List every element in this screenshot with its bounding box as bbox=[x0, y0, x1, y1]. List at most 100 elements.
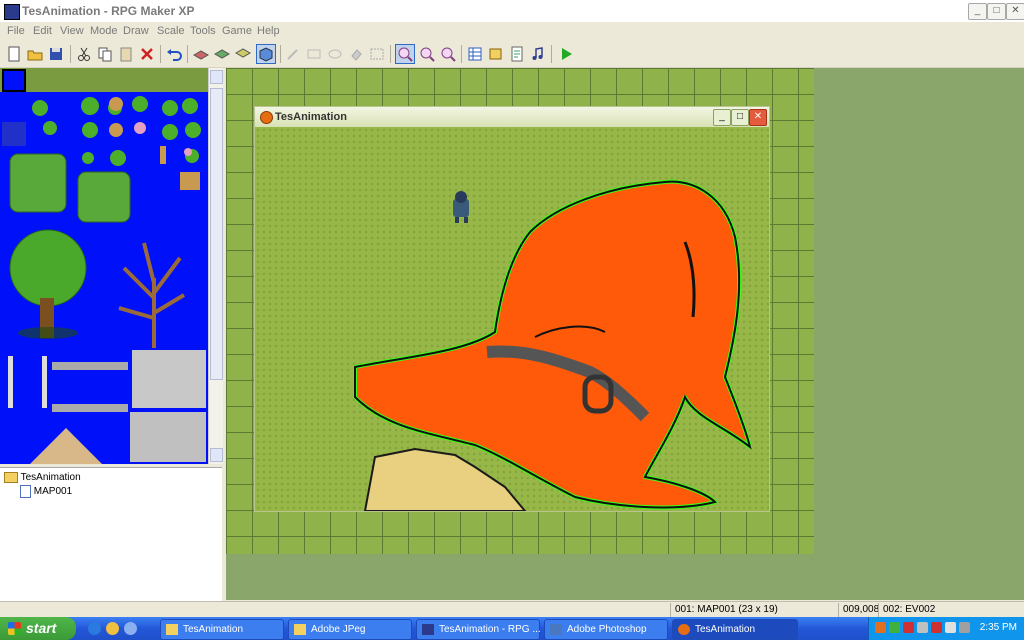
pencil-icon[interactable] bbox=[284, 45, 302, 63]
tileset-scrollbar[interactable] bbox=[208, 68, 223, 464]
menu-edit[interactable]: Edit bbox=[33, 25, 52, 37]
photoshop-icon bbox=[550, 624, 562, 635]
quicklaunch-media-icon[interactable] bbox=[106, 622, 119, 635]
game-close-button[interactable]: ✕ bbox=[749, 109, 767, 126]
toolbar bbox=[0, 41, 1024, 68]
tray-security-icon[interactable] bbox=[903, 622, 914, 633]
zoom-1-icon[interactable] bbox=[395, 44, 415, 64]
toolbar-separator bbox=[551, 45, 552, 63]
menu-draw[interactable]: Draw bbox=[123, 25, 149, 37]
tray-alert-icon[interactable] bbox=[931, 622, 942, 633]
toolbar-separator bbox=[70, 45, 71, 63]
menu-mode[interactable]: Mode bbox=[90, 25, 118, 37]
start-label: start bbox=[26, 620, 57, 636]
close-button[interactable]: ✕ bbox=[1006, 3, 1024, 20]
game-window-title: TesAnimation bbox=[275, 111, 347, 123]
witch-hat-image bbox=[353, 179, 752, 511]
game-viewport[interactable] bbox=[255, 127, 769, 511]
game-title-bar: TesAnimation _ □ ✕ bbox=[255, 107, 769, 127]
taskbar-item-active[interactable]: TesAnimation bbox=[672, 619, 798, 640]
menu-help[interactable]: Help bbox=[257, 25, 280, 37]
toolbar-separator bbox=[280, 45, 281, 63]
ellipse-icon[interactable] bbox=[326, 45, 344, 63]
taskbar: start TesAnimation Adobe JPeg TesAnimati… bbox=[0, 617, 1024, 640]
status-bar: 001: MAP001 (23 x 19) 009,008 002: EV002 bbox=[0, 601, 1024, 618]
zoom-4-icon[interactable] bbox=[439, 45, 457, 63]
map-page-icon bbox=[20, 485, 31, 498]
tray-misc-icon[interactable] bbox=[959, 622, 970, 633]
game-minimize-button[interactable]: _ bbox=[713, 109, 731, 126]
scroll-thumb[interactable] bbox=[210, 88, 223, 380]
quicklaunch-desktop-icon[interactable] bbox=[124, 622, 137, 635]
title-bar: TesAnimation - RPG Maker XP _ □ ✕ bbox=[0, 0, 1024, 23]
scroll-up-button[interactable] bbox=[210, 70, 223, 84]
maximize-button[interactable]: □ bbox=[987, 3, 1006, 20]
rpg-maker-icon bbox=[422, 624, 434, 635]
menu-tools[interactable]: Tools bbox=[190, 25, 216, 37]
save-icon[interactable] bbox=[47, 45, 65, 63]
tray-clock[interactable]: 2:35 PM bbox=[980, 622, 1017, 633]
copy-icon[interactable] bbox=[96, 45, 114, 63]
playtest-icon[interactable] bbox=[557, 45, 575, 63]
taskbar-item[interactable]: TesAnimation bbox=[160, 619, 284, 640]
tileset-palette[interactable] bbox=[0, 68, 208, 464]
app-icon bbox=[4, 4, 20, 20]
folder-icon bbox=[4, 472, 18, 483]
tree-map-node[interactable]: MAP001 bbox=[20, 485, 72, 498]
script-editor-icon[interactable] bbox=[508, 45, 526, 63]
game-window: TesAnimation _ □ ✕ bbox=[254, 106, 770, 512]
select-icon[interactable] bbox=[368, 45, 386, 63]
toolbar-separator bbox=[187, 45, 188, 63]
taskbar-item[interactable]: Adobe Photoshop bbox=[544, 619, 668, 640]
menu-game[interactable]: Game bbox=[222, 25, 252, 37]
start-button[interactable]: start bbox=[0, 617, 76, 640]
database-icon[interactable] bbox=[466, 45, 484, 63]
toolbar-separator bbox=[461, 45, 462, 63]
sound-test-icon[interactable] bbox=[529, 45, 547, 63]
cut-icon[interactable] bbox=[75, 45, 93, 63]
layer2-icon[interactable] bbox=[213, 45, 231, 63]
layer3-icon[interactable] bbox=[234, 45, 252, 63]
toolbar-separator bbox=[390, 45, 391, 63]
folder-icon bbox=[166, 624, 178, 635]
scroll-down-button[interactable] bbox=[210, 448, 223, 462]
menu-view[interactable]: View bbox=[60, 25, 84, 37]
layer1-icon[interactable] bbox=[192, 45, 210, 63]
map-name: MAP001 bbox=[33, 486, 73, 498]
rectangle-icon[interactable] bbox=[305, 45, 323, 63]
taskbar-item[interactable]: TesAnimation - RPG ... bbox=[416, 619, 541, 640]
menu-file[interactable]: File bbox=[7, 25, 25, 37]
game-app-icon bbox=[678, 624, 690, 635]
windows-logo-icon bbox=[8, 622, 21, 635]
system-tray: 2:35 PM bbox=[868, 617, 1024, 640]
undo-icon[interactable] bbox=[165, 45, 183, 63]
materialbase-icon[interactable] bbox=[487, 45, 505, 63]
tray-volume-icon[interactable] bbox=[945, 622, 956, 633]
status-event: 002: EV002 bbox=[878, 603, 983, 617]
tray-network-icon[interactable] bbox=[889, 622, 900, 633]
project-name: TesAnimation bbox=[20, 472, 81, 484]
player-sprite bbox=[453, 191, 469, 223]
game-app-icon bbox=[260, 111, 273, 124]
delete-icon[interactable] bbox=[138, 45, 156, 63]
window-title: TesAnimation - RPG Maker XP bbox=[22, 4, 195, 18]
paste-icon[interactable] bbox=[117, 45, 135, 63]
tray-safely-remove-icon[interactable] bbox=[917, 622, 928, 633]
status-coords: 009,008 bbox=[838, 603, 879, 617]
events-layer-icon[interactable] bbox=[256, 44, 276, 64]
minimize-button[interactable]: _ bbox=[968, 3, 987, 20]
taskbar-item[interactable]: Adobe JPeg bbox=[288, 619, 412, 640]
new-project-icon[interactable] bbox=[5, 45, 23, 63]
menu-bar: File Edit View Mode Draw Scale Tools Gam… bbox=[0, 22, 1024, 40]
flood-fill-icon[interactable] bbox=[347, 45, 365, 63]
toolbar-separator bbox=[160, 45, 161, 63]
zoom-2-icon[interactable] bbox=[418, 45, 436, 63]
open-project-icon[interactable] bbox=[26, 45, 44, 63]
tree-project-node[interactable]: TesAnimation bbox=[4, 472, 81, 483]
quicklaunch-ie-icon[interactable] bbox=[88, 622, 101, 635]
game-maximize-button[interactable]: □ bbox=[731, 109, 749, 126]
menu-scale[interactable]: Scale bbox=[157, 25, 185, 37]
status-map-info: 001: MAP001 (23 x 19) bbox=[670, 603, 835, 617]
map-tree: TesAnimation MAP001 bbox=[0, 467, 222, 601]
tray-expand-icon[interactable] bbox=[875, 622, 886, 633]
